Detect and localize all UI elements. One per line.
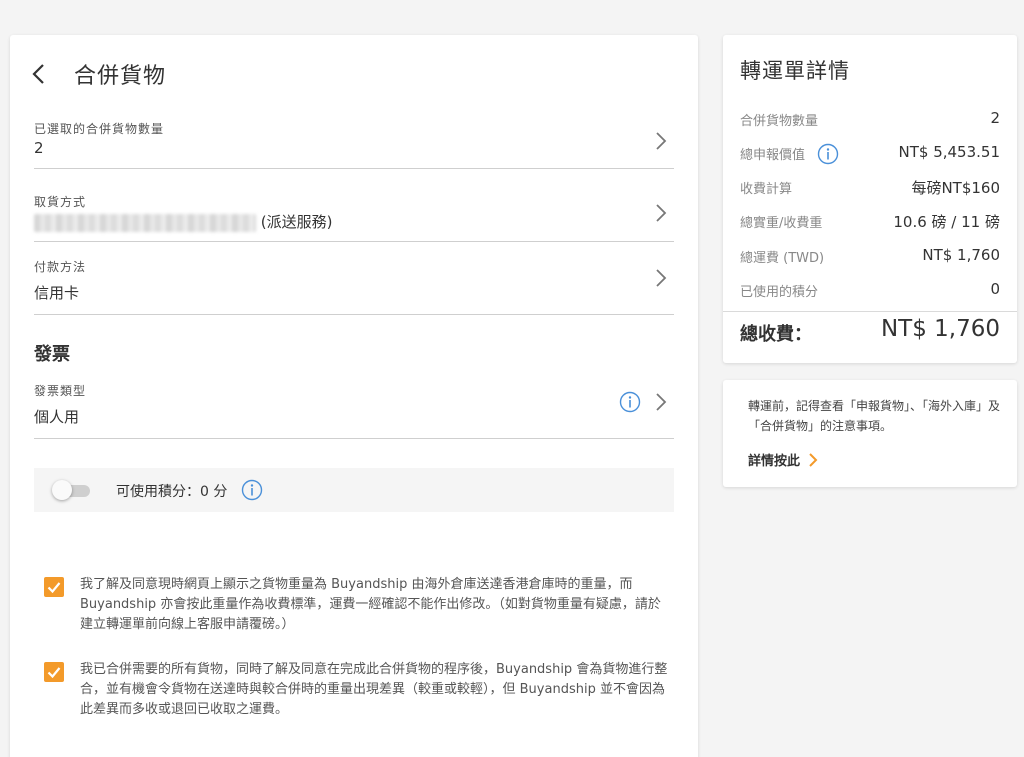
- consent-checkbox-consolidation[interactable]: [44, 662, 64, 682]
- consent-text-consolidation: 我已合併需要的所有貨物，同時了解及同意在完成此合併貨物的程序後，Buyandsh…: [80, 662, 668, 717]
- summary-label-declared-value: 總申報價值: [740, 148, 806, 163]
- total-value: NT$ 1,760: [880, 316, 1000, 342]
- summary-value-shipping: NT$ 1,760: [922, 246, 1000, 264]
- quantity-value: 2: [34, 139, 44, 157]
- summary-value-rate: 每磅NT$160: [911, 179, 1000, 197]
- chevron-right-icon: [809, 452, 818, 467]
- chevron-right-icon: [656, 204, 667, 222]
- check-icon: [47, 582, 61, 594]
- pickup-service: (派送服務): [260, 213, 333, 231]
- points-toggle[interactable]: [52, 480, 92, 500]
- summary-divider: [723, 311, 1017, 312]
- invoice-type-value: 個人用: [34, 408, 80, 426]
- quantity-label: 已選取的合併貨物數量: [34, 122, 165, 136]
- points-label: 可使用積分：0 分: [116, 484, 228, 500]
- payment-row[interactable]: 付款方法 信用卡: [34, 250, 674, 315]
- summary-label-points: 已使用的積分: [740, 285, 819, 300]
- redacted-address: [34, 213, 256, 232]
- page-header: 合併貨物: [30, 58, 166, 90]
- payment-label: 付款方法: [34, 260, 87, 274]
- invoice-type-row[interactable]: 發票類型 個人用: [34, 374, 674, 439]
- info-icon[interactable]: [817, 143, 839, 165]
- pickup-row[interactable]: 取貨方式 (派送服務): [34, 185, 674, 242]
- detail-link[interactable]: 詳情按此: [748, 450, 818, 469]
- summary-value-quantity: 2: [990, 109, 1000, 127]
- summary-value-declared-value: NT$ 5,453.51: [898, 143, 1001, 161]
- consent-checkbox-weight[interactable]: [44, 577, 64, 597]
- detail-link-label: 詳情按此: [748, 454, 801, 469]
- quantity-row[interactable]: 已選取的合併貨物數量 2: [34, 112, 674, 169]
- page-title: 合併貨物: [74, 64, 167, 89]
- chevron-right-icon: [656, 132, 667, 150]
- pickup-value: (派送服務): [34, 211, 333, 232]
- back-icon[interactable]: [30, 59, 52, 89]
- chevron-right-icon: [656, 269, 667, 287]
- payment-value: 信用卡: [34, 284, 80, 302]
- chevron-right-icon: [656, 393, 667, 411]
- total-label: 總收費：: [740, 324, 812, 345]
- points-bar: 可使用積分：0 分: [34, 468, 674, 512]
- summary-label-rate: 收費計算: [740, 182, 793, 197]
- consent-text-weight: 我了解及同意現時網頁上顯示之貨物重量為 Buyandship 由海外倉庫送達香港…: [80, 577, 661, 632]
- summary-title: 轉運單詳情: [740, 59, 850, 83]
- invoice-type-label: 發票類型: [34, 384, 87, 398]
- summary-label-weight: 總實重/收費重: [740, 216, 823, 231]
- info-icon[interactable]: [619, 391, 641, 413]
- note-text: 轉運前，記得查看「申報貨物」、「海外入庫」及「合併貨物」的注意事項。: [748, 399, 1001, 433]
- summary-value-weight: 10.6 磅 / 11 磅: [893, 213, 1000, 231]
- toggle-thumb: [52, 480, 72, 500]
- invoice-section-title: 發票: [34, 344, 70, 365]
- check-icon: [47, 667, 61, 679]
- summary-label-shipping: 總運費 (TWD): [740, 251, 825, 266]
- pickup-label: 取貨方式: [34, 195, 87, 209]
- summary-value-points: 0: [990, 280, 1000, 298]
- info-icon[interactable]: [241, 479, 263, 501]
- summary-label-quantity: 合併貨物數量: [740, 114, 819, 129]
